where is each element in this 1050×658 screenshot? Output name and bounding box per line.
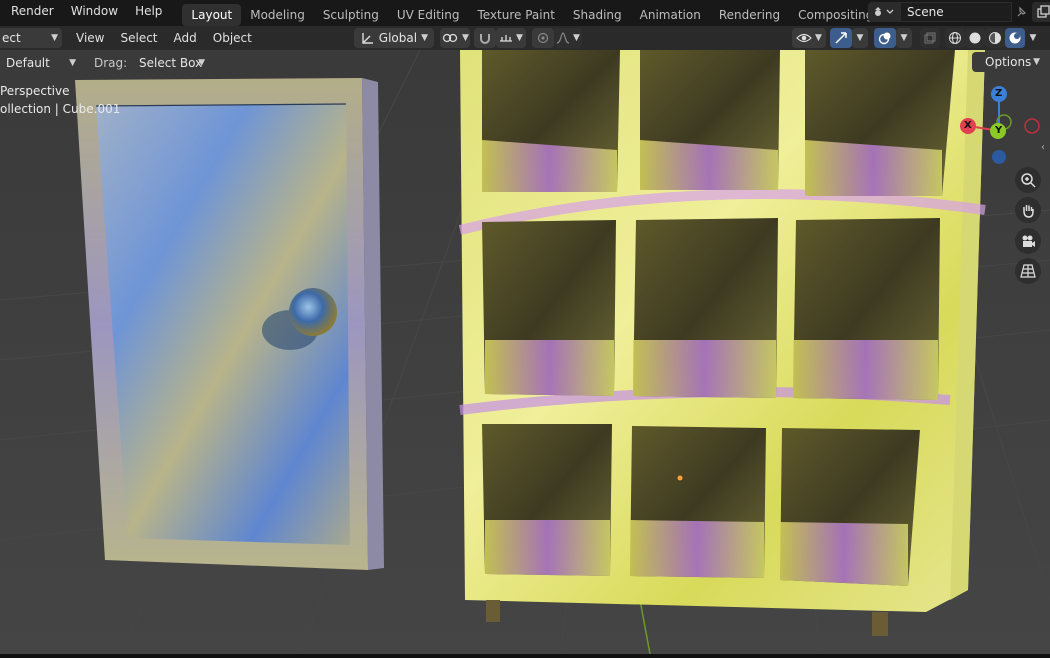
zoom-icon: [1021, 173, 1036, 188]
zoom-button[interactable]: [1015, 167, 1041, 193]
viewport-header: ect Mode▼ View Select Add Object Global …: [0, 26, 1050, 65]
snap-target-dropdown[interactable]: ▼: [496, 28, 526, 48]
shading-wireframe-button[interactable]: [945, 28, 965, 48]
overlays-icon: [878, 32, 891, 45]
menu-window[interactable]: Window: [60, 0, 124, 26]
scene-browse-button[interactable]: [868, 2, 900, 22]
tab-modeling[interactable]: Modeling: [241, 4, 314, 26]
menu-object[interactable]: Object: [205, 28, 260, 48]
menu-help[interactable]: Help: [124, 0, 168, 26]
transform-orientation-dropdown[interactable]: Global ▼: [354, 28, 434, 48]
tab-animation[interactable]: Animation: [631, 4, 710, 26]
tool-settings-bar: Default ▼ Drag: Select Box ▼: [0, 50, 1050, 76]
shading-dropdown[interactable]: ▼: [1025, 28, 1041, 48]
pivot-point-dropdown[interactable]: ▼: [440, 28, 470, 48]
duplicate-scene-icon[interactable]: [1032, 2, 1050, 22]
chevron-down-icon: ▼: [51, 33, 58, 43]
perspective-toggle-button[interactable]: [1015, 258, 1041, 284]
shading-rendered-button[interactable]: [1005, 28, 1025, 48]
view-name-label: Perspective: [0, 84, 70, 98]
gizmo-axis-y[interactable]: Y: [995, 125, 1002, 136]
orientation-label: Global: [378, 31, 418, 45]
rendered-sphere-icon: [1009, 32, 1021, 44]
tab-rendering[interactable]: Rendering: [710, 4, 789, 26]
gizmo-icon: [835, 32, 847, 44]
wireframe-sphere-icon: [949, 32, 961, 44]
scene-name-field[interactable]: Scene: [900, 2, 1012, 22]
grid-perspective-icon: [1020, 264, 1036, 278]
door-object: [75, 78, 384, 570]
shading-material-button[interactable]: [985, 28, 1005, 48]
gizmo-dropdown[interactable]: ▼: [852, 28, 868, 48]
xray-toggle[interactable]: [920, 28, 940, 48]
top-menu-bar: Render Window Help Layout Modeling Sculp…: [0, 0, 1050, 26]
camera-icon: [1022, 235, 1035, 247]
solid-sphere-icon: [969, 32, 981, 44]
gizmo-axis-x[interactable]: X: [964, 120, 972, 131]
tab-sculpting[interactable]: Sculpting: [314, 4, 388, 26]
pin-icon[interactable]: [1012, 2, 1030, 22]
drag-select-dropdown[interactable]: Select Box ▼: [133, 54, 209, 72]
3d-viewport[interactable]: Perspective ollection | Cube.001 Z Y X ‹: [0, 50, 1050, 654]
proportional-icon: [537, 32, 549, 44]
collection-info-label: ollection | Cube.001: [0, 102, 121, 116]
drag-value: Select Box: [139, 56, 203, 70]
pan-button[interactable]: [1015, 197, 1041, 223]
shading-solid-button[interactable]: [965, 28, 985, 48]
options-label: Options: [985, 55, 1032, 69]
sidebar-toggle-icon[interactable]: ‹: [1041, 142, 1045, 153]
falloff-curve-icon: [556, 32, 570, 44]
menu-view[interactable]: View: [68, 28, 112, 48]
proportional-editing-toggle[interactable]: [532, 28, 554, 48]
bookshelf-object: [458, 50, 986, 636]
scene-icon: [875, 7, 894, 16]
material-sphere-icon: [989, 32, 1001, 44]
chevron-down-icon: ▼: [69, 58, 76, 68]
hand-icon: [1023, 205, 1034, 218]
status-divider: [0, 654, 1050, 658]
magnet-icon: [480, 34, 490, 44]
chevron-down-icon: ▼: [1033, 57, 1040, 67]
snap-increment-icon: [500, 35, 513, 42]
viewport-scene: [0, 50, 1050, 654]
menu-select[interactable]: Select: [112, 28, 165, 48]
orientation-value: Default: [6, 56, 50, 70]
chevron-down-icon: ▼: [198, 58, 205, 68]
tab-shading[interactable]: Shading: [564, 4, 631, 26]
overlays-toggle[interactable]: [874, 28, 896, 48]
scene-selector: Scene: [868, 2, 1050, 22]
gizmo-toggle[interactable]: [830, 28, 852, 48]
drag-label: Drag:: [94, 56, 128, 70]
interaction-mode-dropdown[interactable]: ect Mode▼: [0, 28, 62, 65]
workspace-tabs: Layout Modeling Sculpting UV Editing Tex…: [182, 0, 932, 26]
tab-uv-editing[interactable]: UV Editing: [388, 4, 469, 26]
falloff-dropdown[interactable]: ▼: [554, 28, 582, 48]
overlays-dropdown[interactable]: ▼: [896, 28, 912, 48]
snap-toggle[interactable]: [474, 28, 496, 48]
chevron-down-icon: ▼: [421, 33, 428, 43]
tab-texture-paint[interactable]: Texture Paint: [468, 4, 563, 26]
tab-layout[interactable]: Layout: [182, 4, 242, 26]
visibility-dropdown[interactable]: ▼: [792, 28, 826, 48]
orientation-icon: [362, 33, 373, 44]
options-dropdown[interactable]: Options ▼: [972, 52, 1044, 72]
pivot-icon: [442, 33, 458, 43]
eye-icon: [796, 33, 812, 43]
menu-add[interactable]: Add: [166, 28, 205, 48]
gizmo-axis-z[interactable]: Z: [995, 88, 1002, 99]
camera-view-button[interactable]: [1015, 228, 1041, 254]
orientation-dropdown[interactable]: Default ▼: [0, 54, 80, 72]
menu-render[interactable]: Render: [0, 0, 60, 26]
xray-icon: [924, 32, 936, 44]
